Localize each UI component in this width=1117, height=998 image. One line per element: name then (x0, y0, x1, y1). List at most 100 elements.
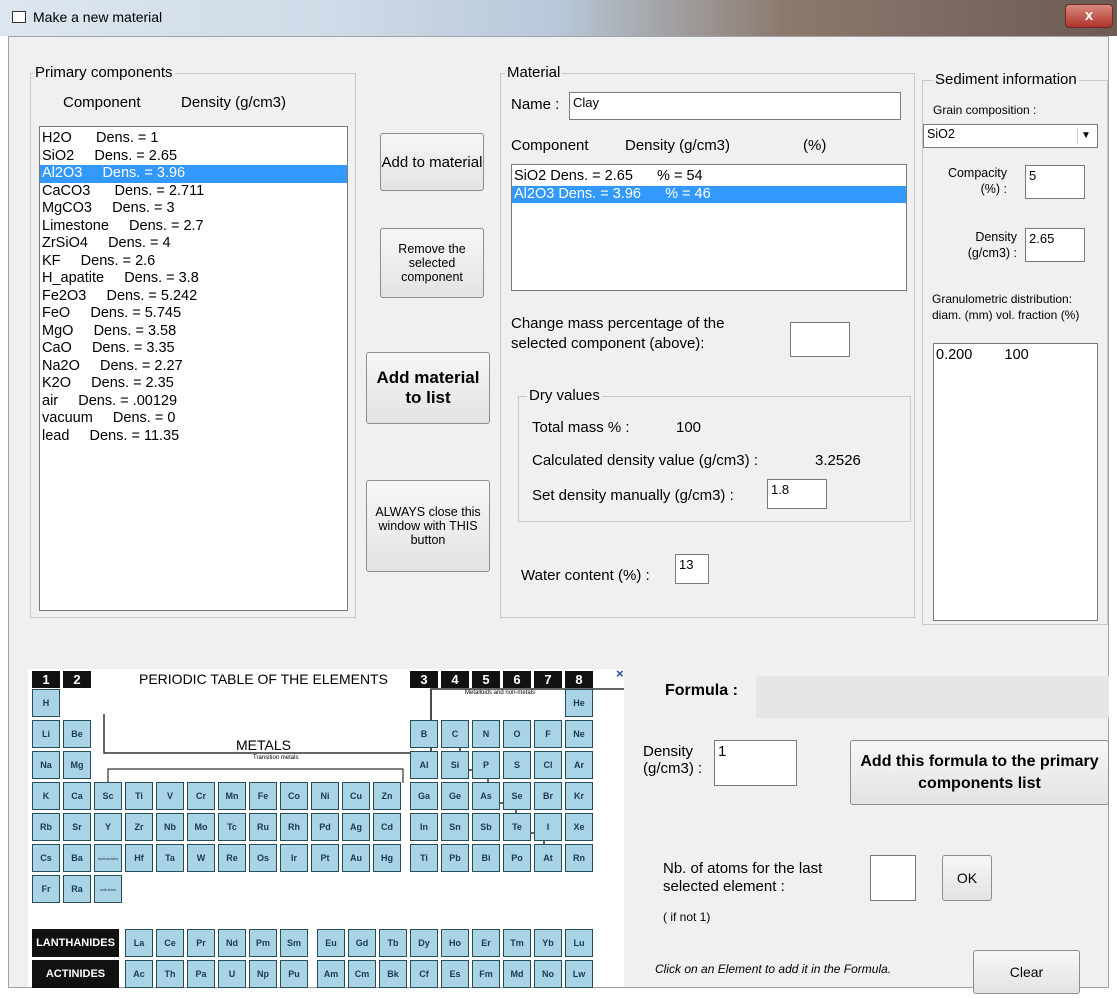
element-ti[interactable]: Ti (410, 844, 438, 872)
element-ref-actinides[interactable]: actinides (94, 875, 122, 903)
primary-list-item[interactable]: Na2O Dens. = 2.27 (40, 358, 347, 376)
material-components-list[interactable]: SiO2 Dens. = 2.65 % = 54 Al2O3 Dens. = 3.… (511, 164, 907, 291)
element-tm[interactable]: Tm (503, 929, 531, 957)
element-cm[interactable]: Cm (348, 960, 376, 988)
element-zr[interactable]: Zr (125, 813, 153, 841)
element-dy[interactable]: Dy (410, 929, 438, 957)
primary-list-item[interactable]: SiO2 Dens. = 2.65 (40, 148, 347, 166)
element-pr[interactable]: Pr (187, 929, 215, 957)
primary-components-list[interactable]: H2O Dens. = 1 SiO2 Dens. = 2.65 Al2O3 Dens… (39, 126, 348, 611)
element-ra[interactable]: Ra (63, 875, 91, 903)
primary-list-item[interactable]: H_apatite Dens. = 3.8 (40, 270, 347, 288)
primary-list-item[interactable]: FeO Dens. = 5.745 (40, 305, 347, 323)
change-mass-input[interactable] (790, 322, 850, 357)
element-pb[interactable]: Pb (441, 844, 469, 872)
element-in[interactable]: In (410, 813, 438, 841)
element-ce[interactable]: Ce (156, 929, 184, 957)
element-yb[interactable]: Yb (534, 929, 562, 957)
add-to-material-button[interactable]: Add to material (380, 133, 484, 191)
element-pd[interactable]: Pd (311, 813, 339, 841)
element-he[interactable]: He (565, 689, 593, 717)
element-na[interactable]: Na (32, 751, 60, 779)
element-la[interactable]: La (125, 929, 153, 957)
element-ir[interactable]: Ir (280, 844, 308, 872)
primary-list-item[interactable]: lead Dens. = 11.35 (40, 428, 347, 446)
element-v[interactable]: V (156, 782, 184, 810)
element-ga[interactable]: Ga (410, 782, 438, 810)
element-gd[interactable]: Gd (348, 929, 376, 957)
primary-list-item[interactable]: air Dens. = .00129 (40, 393, 347, 411)
element-w[interactable]: W (187, 844, 215, 872)
primary-list-item[interactable]: CaO Dens. = 3.35 (40, 340, 347, 358)
material-list-item[interactable]: SiO2 Dens. = 2.65 % = 54 (512, 168, 906, 186)
element-ni[interactable]: Ni (311, 782, 339, 810)
element-cl[interactable]: Cl (534, 751, 562, 779)
element-eu[interactable]: Eu (317, 929, 345, 957)
element-s[interactable]: S (503, 751, 531, 779)
clear-button[interactable]: Clear (973, 950, 1080, 994)
element-nb[interactable]: Nb (156, 813, 184, 841)
primary-list-item[interactable]: vacuum Dens. = 0 (40, 410, 347, 428)
element-ar[interactable]: Ar (565, 751, 593, 779)
element-pu[interactable]: Pu (280, 960, 308, 988)
element-nd[interactable]: Nd (218, 929, 246, 957)
element-p[interactable]: P (472, 751, 500, 779)
element-h[interactable]: H (32, 689, 60, 717)
element-sm[interactable]: Sm (280, 929, 308, 957)
element-tb[interactable]: Tb (379, 929, 407, 957)
element-re[interactable]: Re (218, 844, 246, 872)
material-name-input[interactable]: Clay (569, 92, 901, 120)
element-rb[interactable]: Rb (32, 813, 60, 841)
element-br[interactable]: Br (534, 782, 562, 810)
element-mn[interactable]: Mn (218, 782, 246, 810)
element-rh[interactable]: Rh (280, 813, 308, 841)
element-np[interactable]: Np (249, 960, 277, 988)
element-es[interactable]: Es (441, 960, 469, 988)
element-b[interactable]: B (410, 720, 438, 748)
close-button[interactable]: x (1065, 4, 1113, 28)
element-k[interactable]: K (32, 782, 60, 810)
element-u[interactable]: U (218, 960, 246, 988)
element-fe[interactable]: Fe (249, 782, 277, 810)
element-po[interactable]: Po (503, 844, 531, 872)
element-am[interactable]: Am (317, 960, 345, 988)
element-se[interactable]: Se (503, 782, 531, 810)
element-rn[interactable]: Rn (565, 844, 593, 872)
element-ti[interactable]: Ti (125, 782, 153, 810)
water-content-input[interactable]: 13 (675, 554, 709, 584)
element-i[interactable]: I (534, 813, 562, 841)
element-no[interactable]: No (534, 960, 562, 988)
add-formula-button[interactable]: Add this formula to the primary componen… (850, 740, 1109, 805)
element-cu[interactable]: Cu (342, 782, 370, 810)
element-mg[interactable]: Mg (63, 751, 91, 779)
element-fm[interactable]: Fm (472, 960, 500, 988)
primary-list-item[interactable]: Limestone Dens. = 2.7 (40, 218, 347, 236)
element-kr[interactable]: Kr (565, 782, 593, 810)
element-bi[interactable]: Bi (472, 844, 500, 872)
element-zn[interactable]: Zn (373, 782, 401, 810)
element-ne[interactable]: Ne (565, 720, 593, 748)
element-xe[interactable]: Xe (565, 813, 593, 841)
element-cf[interactable]: Cf (410, 960, 438, 988)
element-th[interactable]: Th (156, 960, 184, 988)
element-ref-lanthanides[interactable]: lanthanides (94, 844, 122, 872)
element-mo[interactable]: Mo (187, 813, 215, 841)
element-cd[interactable]: Cd (373, 813, 401, 841)
element-au[interactable]: Au (342, 844, 370, 872)
element-at[interactable]: At (534, 844, 562, 872)
element-md[interactable]: Md (503, 960, 531, 988)
element-al[interactable]: Al (410, 751, 438, 779)
element-ca[interactable]: Ca (63, 782, 91, 810)
element-lw[interactable]: Lw (565, 960, 593, 988)
ok-button[interactable]: OK (942, 855, 992, 901)
element-er[interactable]: Er (472, 929, 500, 957)
element-y[interactable]: Y (94, 813, 122, 841)
element-sr[interactable]: Sr (63, 813, 91, 841)
element-hf[interactable]: Hf (125, 844, 153, 872)
element-te[interactable]: Te (503, 813, 531, 841)
element-sc[interactable]: Sc (94, 782, 122, 810)
element-fr[interactable]: Fr (32, 875, 60, 903)
primary-list-item[interactable]: H2O Dens. = 1 (40, 130, 347, 148)
primary-list-item[interactable]: KF Dens. = 2.6 (40, 253, 347, 271)
set-density-input[interactable]: 1.8 (767, 479, 827, 509)
